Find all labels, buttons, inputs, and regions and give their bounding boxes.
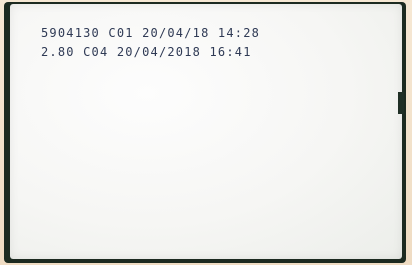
printed-ticket: 5904130 C01 20/04/18 14:28 2.80 C04 20/0…	[10, 4, 402, 259]
ticket-line-2: 2.80 C04 20/04/2018 16:41	[41, 45, 252, 59]
ticket-line-1: 5904130 C01 20/04/18 14:28	[41, 26, 261, 40]
card-edge-notch	[398, 92, 404, 114]
photo-background: 5904130 C01 20/04/18 14:28 2.80 C04 20/0…	[0, 0, 412, 265]
